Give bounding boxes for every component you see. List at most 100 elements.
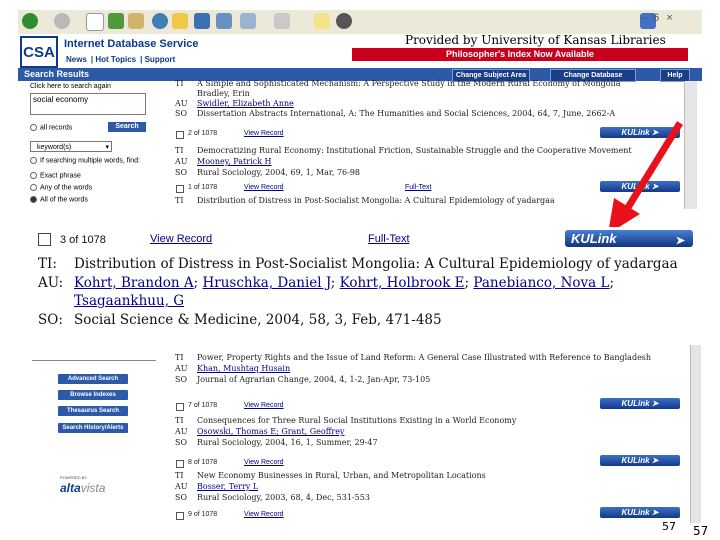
result-2-title: TI Democratizing Rural Economy: Instituti… <box>175 146 632 155</box>
view-record-link[interactable]: View Record <box>244 511 284 518</box>
result-7-author: AU Khan, Mushtaq Husain <box>175 364 291 373</box>
divider <box>32 360 156 361</box>
result-8-source: SO Rural Sociology, 2004, 16, 1, Summer, … <box>175 438 378 447</box>
page-number: 57 <box>662 520 676 533</box>
author-link[interactable]: Mooney, Patrick H <box>197 157 272 166</box>
record-count: 3 of 1078 <box>60 234 106 246</box>
header-nav: News | Hot Topics | Support <box>66 55 176 64</box>
radio-icon <box>30 184 37 191</box>
kulink-button[interactable]: KULink ➤ <box>600 507 680 518</box>
refresh-icon[interactable] <box>108 13 124 29</box>
nav-support[interactable]: Support <box>145 55 176 64</box>
result-3-title: TI Distribution of Distress in Post-Socia… <box>175 196 555 205</box>
kulink-button[interactable]: KULink ➤ <box>600 398 680 409</box>
record-checkbox[interactable] <box>176 403 184 411</box>
multiple-words-label: If searching multiple words, find: <box>30 157 140 164</box>
view-record-link[interactable]: View Record <box>244 459 284 466</box>
view-record-link[interactable]: View Record <box>244 184 284 191</box>
media-icon[interactable] <box>194 13 210 29</box>
record-checkbox[interactable] <box>176 512 184 520</box>
record-count: 9 of 1078 <box>188 511 218 518</box>
search-button[interactable]: Search <box>108 122 146 132</box>
query-input[interactable]: social economy <box>30 93 146 115</box>
author-link[interactable]: Bosser, Terry L <box>197 482 258 491</box>
search-sidebar: Click here to search again social econom… <box>18 81 168 211</box>
author-link[interactable]: Osowski, Thomas E; Grant, Geoffrey <box>197 427 344 436</box>
scrollbar[interactable] <box>690 345 701 523</box>
stop-icon[interactable] <box>86 13 104 31</box>
slide-number: 57 <box>693 524 709 538</box>
advanced-search-button[interactable]: Advanced Search <box>58 374 128 384</box>
view-record-link[interactable]: View Record <box>244 402 284 409</box>
all-records-option[interactable]: all records <box>30 124 72 131</box>
provided-by: Provided by University of Kansas Librari… <box>405 33 666 47</box>
edit-icon[interactable] <box>314 13 330 29</box>
record-title: TI: Distribution of Distress in Post-Soci… <box>38 256 678 272</box>
radio-icon <box>30 172 37 179</box>
field-select[interactable]: keyword(s) ▾ <box>30 141 112 152</box>
result-9-author: AU Bosser, Terry L <box>175 482 259 491</box>
powered-by: POWERED BY <box>60 475 88 480</box>
author-link[interactable]: Swidler, Elizabeth Anne <box>197 99 294 108</box>
kulink-button[interactable]: KULink ➤ <box>600 455 680 466</box>
record-source: SO: Social Science & Medicine, 2004, 58, … <box>38 312 442 328</box>
search-icon[interactable] <box>152 13 168 29</box>
arrow-right-icon: ➤ <box>675 235 685 247</box>
radio-icon <box>30 157 37 164</box>
radio-icon <box>30 124 37 131</box>
author-link[interactable]: Khan, Mushtaq Husain <box>197 364 290 373</box>
result-7-title: TI Power, Property Rights and the Issue o… <box>175 353 652 362</box>
home-icon[interactable] <box>128 13 144 29</box>
record-checkbox[interactable] <box>176 131 184 139</box>
full-text-link[interactable]: Full-Text <box>368 233 410 245</box>
result-2-author: AU Mooney, Patrick H <box>175 157 272 166</box>
search-results-label: Search Results <box>24 69 90 79</box>
record-count: 8 of 1078 <box>188 459 218 466</box>
record-checkbox[interactable] <box>176 185 184 193</box>
print-icon[interactable] <box>274 13 290 29</box>
kulink-button[interactable]: KULink ➤ <box>565 230 693 247</box>
thesaurus-search-button[interactable]: Thesaurus Search <box>58 406 128 416</box>
record-checkbox[interactable] <box>38 233 51 246</box>
record-count: 1 of 1078 <box>188 184 218 191</box>
result-8-author: AU Osowski, Thomas E; Grant, Geoffrey <box>175 427 345 436</box>
service-name: Internet Database Service <box>64 38 199 50</box>
record-authors: AU: Kohrt, Brandon A; Hruschka, Daniel J;… <box>38 275 615 291</box>
record-authors-cont: Tsagaankhuu, G <box>38 293 184 309</box>
window-controls[interactable]: – 6 × <box>640 12 675 24</box>
author-link[interactable]: Panebianco, Nova L <box>473 275 609 291</box>
csa-logo[interactable]: CSA <box>20 36 58 68</box>
record-count: 7 of 1078 <box>188 402 218 409</box>
result-1-extra: Bradley, Erin <box>197 89 250 98</box>
nav-news[interactable]: News <box>66 55 87 64</box>
all-words-option[interactable]: All of the words <box>30 196 88 203</box>
forward-icon[interactable] <box>54 13 70 29</box>
altavista-logo: altavista <box>60 481 106 495</box>
full-text-link[interactable]: Full-Text <box>405 184 431 191</box>
author-link[interactable]: Kohrt, Holbrook E <box>340 275 465 291</box>
author-link[interactable]: Kohrt, Brandon A <box>74 275 194 291</box>
any-words-option[interactable]: Any of the words <box>30 184 92 191</box>
click-here-text[interactable]: Click here to search again <box>30 83 111 90</box>
view-record-link[interactable]: View Record <box>244 130 284 137</box>
record-count: 2 of 1078 <box>188 130 218 137</box>
author-link[interactable]: Tsagaankhuu, G <box>74 293 184 309</box>
result-2-source: SO Rural Sociology, 2004, 69, 1, Mar, 76-… <box>175 168 361 177</box>
record-checkbox[interactable] <box>176 460 184 468</box>
search-history-button[interactable]: Search History/Alerts <box>58 423 128 433</box>
history-icon[interactable] <box>216 13 232 29</box>
result-9-title: TI New Economy Businesses in Rural, Urban… <box>175 471 486 480</box>
mail-icon[interactable] <box>240 13 256 29</box>
philosophers-banner[interactable]: Philosopher's Index Now Available <box>352 48 688 61</box>
nav-hot-topics[interactable]: Hot Topics <box>95 55 136 64</box>
favorites-icon[interactable] <box>172 13 188 29</box>
author-link[interactable]: Hruschka, Daniel J <box>203 275 331 291</box>
view-record-link[interactable]: View Record <box>150 233 212 245</box>
back-icon[interactable] <box>22 13 38 29</box>
browse-indexes-button[interactable]: Browse Indexes <box>58 390 128 400</box>
red-arrow-icon <box>608 121 683 234</box>
browser-toolbar <box>18 10 702 35</box>
chevron-down-icon: ▾ <box>105 144 109 151</box>
exact-phrase-option[interactable]: Exact phrase <box>30 172 81 179</box>
discuss-icon[interactable] <box>336 13 352 29</box>
